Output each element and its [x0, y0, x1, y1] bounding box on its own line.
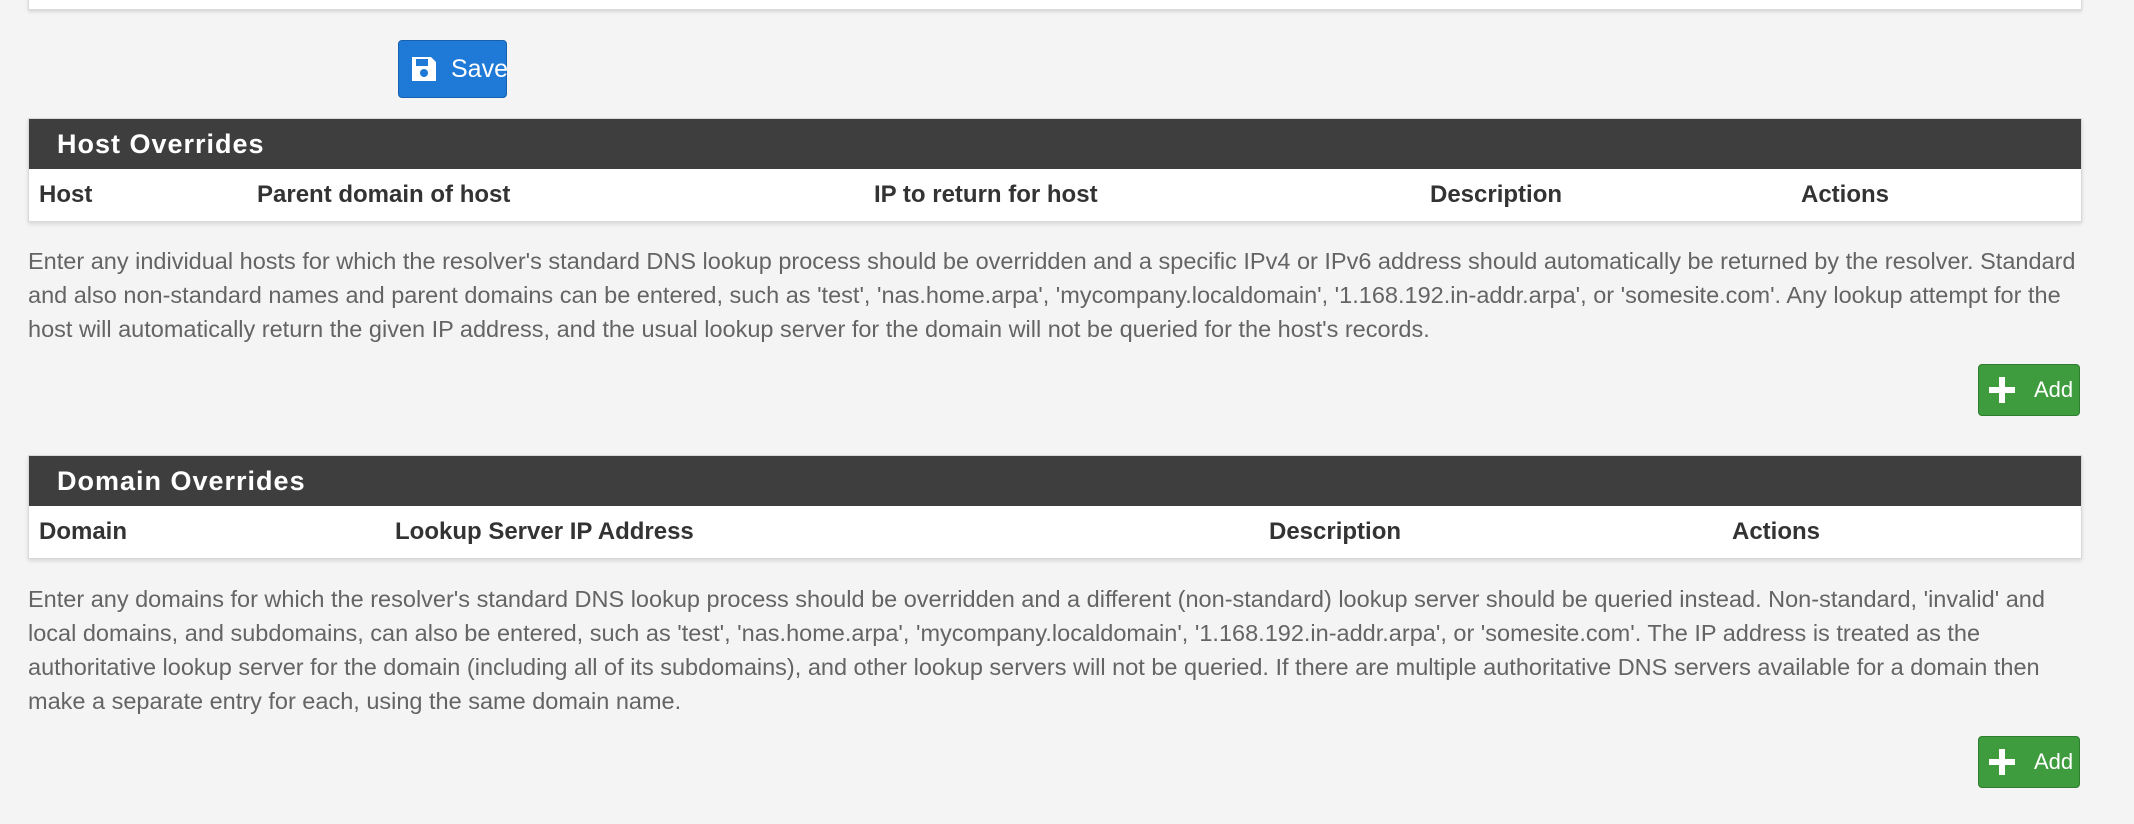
column-parent-domain[interactable]: Parent domain of host [257, 169, 510, 221]
domain-overrides-table-header: Domain Lookup Server IP Address Descript… [29, 506, 2081, 558]
host-overrides-table-header: Host Parent domain of host IP to return … [29, 169, 2081, 221]
column-domain[interactable]: Domain [39, 506, 127, 558]
domain-overrides-title: Domain Overrides [29, 456, 2081, 506]
host-overrides-title: Host Overrides [29, 119, 2081, 169]
host-overrides-help-text: Enter any individual hosts for which the… [28, 248, 2076, 342]
column-ip-to-return[interactable]: IP to return for host [874, 169, 1098, 221]
floppy-disk-icon [409, 54, 439, 84]
column-description[interactable]: Description [1430, 169, 1562, 221]
add-button-label: Add [2034, 749, 2074, 774]
plus-icon [1987, 747, 2017, 777]
domain-overrides-panel: Domain Overrides Domain Lookup Server IP… [28, 455, 2082, 559]
column-actions: Actions [1732, 518, 1821, 545]
add-host-override-button[interactable]: Add [1978, 364, 2080, 416]
add-button-label: Add [2034, 377, 2074, 402]
save-button[interactable]: Save [398, 40, 508, 98]
save-button-label: Save [451, 54, 508, 83]
host-overrides-panel: Host Overrides Host Parent domain of hos… [28, 118, 2082, 222]
column-lookup-server-ip[interactable]: Lookup Server IP Address [395, 506, 694, 558]
add-domain-override-button[interactable]: Add [1978, 736, 2080, 788]
column-host[interactable]: Host [39, 169, 92, 221]
column-description[interactable]: Description [1269, 506, 1401, 558]
domain-overrides-help-text: Enter any domains for which the resolver… [28, 586, 2045, 714]
column-actions: Actions [1801, 181, 1890, 208]
settings-panel-bottom-edge [28, 0, 2082, 10]
plus-icon [1987, 375, 2017, 405]
